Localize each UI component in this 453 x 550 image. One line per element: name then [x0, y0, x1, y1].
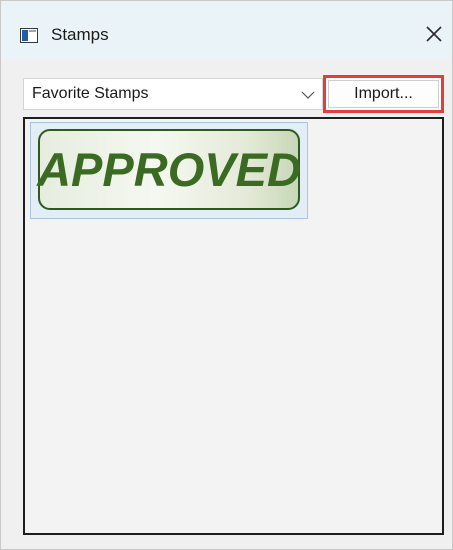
title-bar: Stamps: [1, 1, 452, 59]
stamp-label: APPROVED: [37, 143, 301, 196]
stamp-category-dropdown[interactable]: Favorite Stamps: [23, 78, 323, 110]
stamp-list[interactable]: APPROVED: [23, 117, 444, 535]
dropdown-selected-value: Favorite Stamps: [32, 85, 149, 102]
stamp-item-approved[interactable]: APPROVED: [30, 122, 308, 219]
import-button[interactable]: Import...: [328, 80, 439, 108]
window-icon: [20, 28, 38, 43]
import-button-label: Import...: [354, 85, 413, 102]
window-title: Stamps: [51, 25, 109, 44]
close-button[interactable]: [421, 23, 447, 49]
chevron-down-icon: [300, 87, 316, 103]
stamps-dialog: Stamps Favorite Stamps Import... APPROVE…: [0, 0, 453, 550]
import-button-highlight[interactable]: Import...: [323, 75, 444, 113]
close-icon: [425, 25, 443, 48]
approved-stamp-image: APPROVED: [37, 129, 301, 210]
